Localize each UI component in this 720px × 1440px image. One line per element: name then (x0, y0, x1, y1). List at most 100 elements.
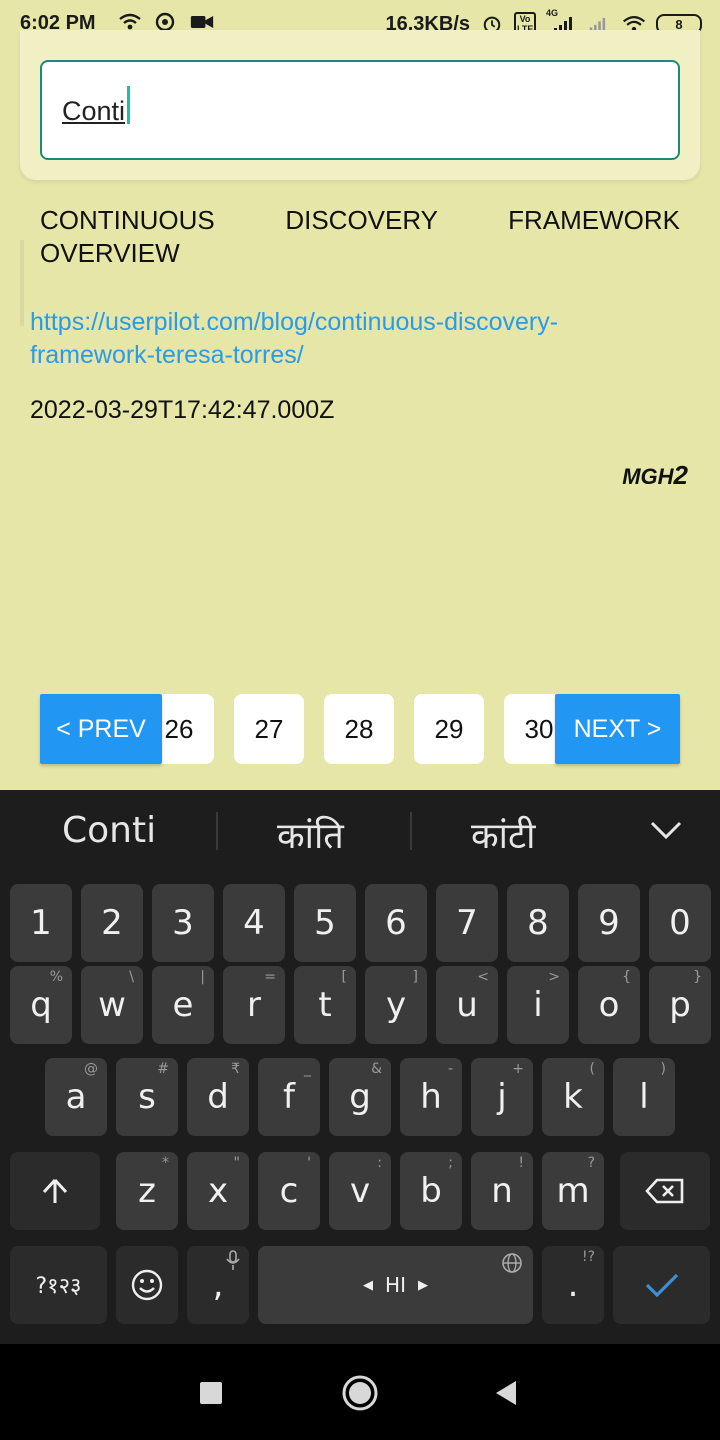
page-28-button[interactable]: 28 (324, 694, 394, 764)
result-link[interactable]: https://userpilot.com/blog/continuous-di… (30, 306, 680, 372)
key-p[interactable]: p} (649, 966, 711, 1044)
key-hint: ] (412, 969, 418, 985)
key-u[interactable]: u < (436, 966, 498, 1044)
key-d[interactable]: d ₹ (187, 1058, 249, 1136)
result-date: 2022-03-29T17:42:47.000Z (30, 396, 335, 424)
key-label: u (456, 985, 478, 1025)
record-icon (155, 12, 175, 32)
key-v[interactable]: v: (329, 1152, 391, 1230)
key-8[interactable]: 8 (507, 884, 569, 962)
key-label: m (556, 1171, 590, 1211)
video-camera-icon (190, 16, 214, 28)
key-label: c (279, 1171, 299, 1211)
key-a[interactable]: a @ (45, 1058, 107, 1136)
recent-apps-icon[interactable] (198, 1380, 224, 1406)
arrow-right-icon: ▶ (417, 1277, 428, 1293)
key-hint: < (477, 969, 489, 985)
key-label: v (349, 1171, 371, 1211)
key-b[interactable]: b; (400, 1152, 462, 1230)
prev-page-button[interactable]: < PREV (40, 694, 162, 764)
key-c[interactable]: c ' (258, 1152, 320, 1230)
home-icon[interactable] (340, 1373, 380, 1413)
suggestion-3[interactable]: कांटी (471, 810, 535, 859)
key-w[interactable]: w \ (81, 966, 143, 1044)
key-label: b (420, 1171, 442, 1211)
key-z[interactable]: z * (116, 1152, 178, 1230)
key-label: d (207, 1077, 229, 1117)
key-6[interactable]: 6 (365, 884, 427, 962)
key-label: h (420, 1077, 442, 1117)
backspace-key[interactable] (620, 1152, 710, 1230)
key-y[interactable]: y] (365, 966, 427, 1044)
key-s[interactable]: s # (116, 1058, 178, 1136)
key-label: t (318, 985, 332, 1025)
key-g[interactable]: g & (329, 1058, 391, 1136)
scroll-indicator (20, 240, 24, 326)
key-e[interactable]: e | (152, 966, 214, 1044)
key-hint: = (264, 969, 276, 985)
search-card: Conti (20, 30, 700, 180)
key-2[interactable]: 2 (81, 884, 143, 962)
key-3[interactable]: 3 (152, 884, 214, 962)
comma-label: , (212, 1265, 224, 1305)
key-hint: & (371, 1061, 382, 1077)
key-r[interactable]: r = (223, 966, 285, 1044)
key-t[interactable]: t[ (294, 966, 356, 1044)
key-7[interactable]: 7 (436, 884, 498, 962)
status-left-icons (118, 12, 214, 32)
suggestion-divider (216, 812, 218, 850)
suggestion-1[interactable]: Conti (62, 810, 156, 851)
key-hint: ' (307, 1155, 311, 1171)
key-hint: [ (341, 969, 347, 985)
chevron-down-icon[interactable] (648, 812, 684, 848)
enter-key[interactable] (613, 1246, 710, 1324)
arrow-left-icon: ◀ (363, 1277, 374, 1293)
key-0[interactable]: 0 (649, 884, 711, 962)
key-hint: { (622, 969, 631, 985)
key-label: q (30, 985, 52, 1025)
result-title: CONTINUOUS DISCOVERY FRAMEWORK OVERVIEW (40, 205, 680, 268)
key-9[interactable]: 9 (578, 884, 640, 962)
key-label: a (65, 1077, 87, 1117)
key-hint: ? (587, 1155, 595, 1171)
emoji-key[interactable] (116, 1246, 178, 1324)
wifi-hotspot-icon (119, 13, 141, 30)
suggestion-2[interactable]: कांति (277, 810, 344, 859)
page-29-button[interactable]: 29 (414, 694, 484, 764)
comma-key[interactable]: , (187, 1246, 249, 1324)
page-27-button[interactable]: 27 (234, 694, 304, 764)
key-hint: ; (448, 1155, 453, 1171)
key-l[interactable]: l) (613, 1058, 675, 1136)
key-o[interactable]: o{ (578, 966, 640, 1044)
key-j[interactable]: j + (471, 1058, 533, 1136)
pagination: 26 27 28 29 30 < PREV NEXT > (40, 694, 680, 764)
key-k[interactable]: k( (542, 1058, 604, 1136)
key-hint: ! (518, 1155, 524, 1171)
key-label: 7 (456, 903, 478, 943)
soft-keyboard: Conti कांति कांटी 1 2 3 4 5 6 7 8 9 0 q% w \ e | r = t[y]… (0, 790, 720, 1344)
key-label: e (172, 985, 194, 1025)
key-label: 9 (598, 903, 620, 943)
key-f[interactable]: f _ (258, 1058, 320, 1136)
space-key[interactable]: ◀ HI ▶ (258, 1246, 533, 1324)
space-label: HI (385, 1273, 406, 1297)
key-n[interactable]: n! (471, 1152, 533, 1230)
period-key[interactable]: . !? (542, 1246, 604, 1324)
next-page-button[interactable]: NEXT > (555, 694, 680, 764)
key-m[interactable]: m? (542, 1152, 604, 1230)
key-h[interactable]: h- (400, 1058, 462, 1136)
key-x[interactable]: x " (187, 1152, 249, 1230)
key-i[interactable]: i > (507, 966, 569, 1044)
key-1[interactable]: 1 (10, 884, 72, 962)
symbols-key[interactable]: ?१२३ (10, 1246, 107, 1324)
key-label: 8 (527, 903, 549, 943)
back-icon[interactable] (492, 1378, 520, 1408)
shift-key[interactable] (10, 1152, 100, 1230)
key-4[interactable]: 4 (223, 884, 285, 962)
key-5[interactable]: 5 (294, 884, 356, 962)
key-q[interactable]: q% (10, 966, 72, 1044)
search-input[interactable]: Conti (40, 60, 680, 160)
period-label: . (567, 1265, 579, 1305)
microphone-icon (226, 1250, 240, 1270)
key-label: 4 (243, 903, 265, 943)
